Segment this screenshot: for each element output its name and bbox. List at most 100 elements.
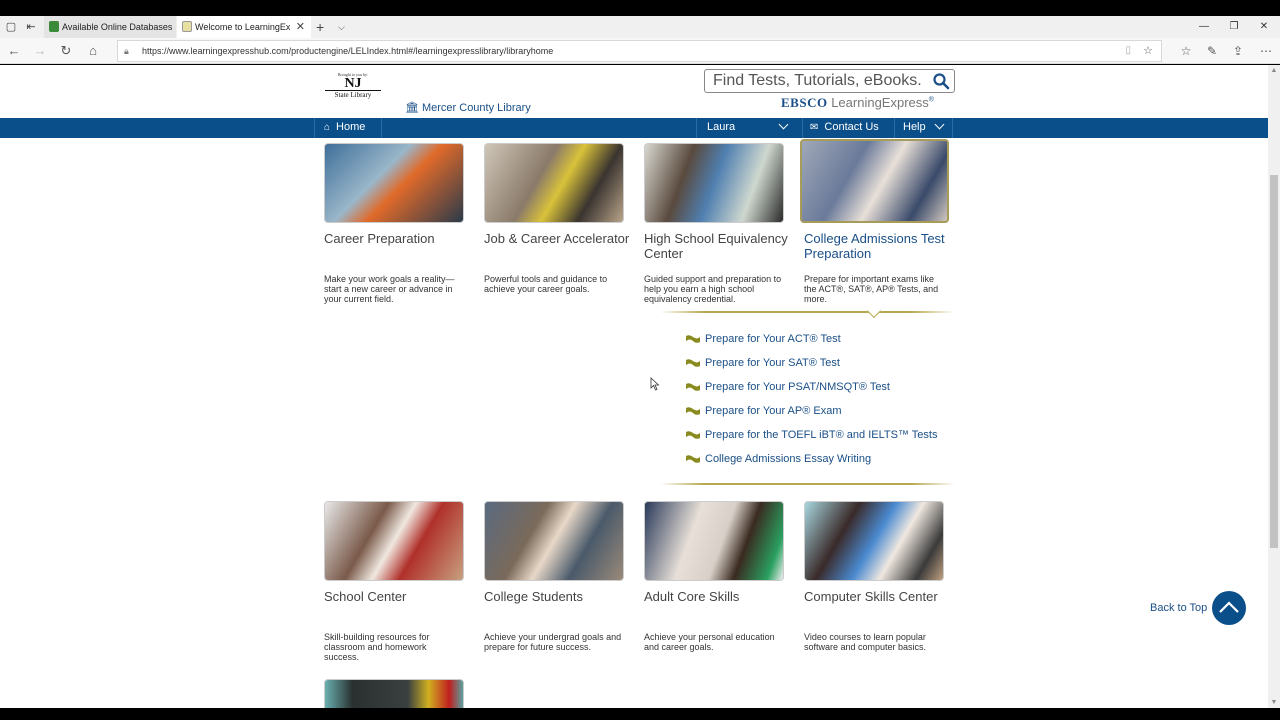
chevron-down-icon — [934, 119, 945, 130]
college-students-image — [484, 501, 624, 581]
career-preparation-image — [324, 143, 464, 223]
tab-available-online-databases[interactable]: Available Online Databases — [44, 16, 176, 38]
nav-home[interactable]: ⌂ Home — [314, 118, 382, 138]
restore-icon[interactable]: ❐ — [1224, 16, 1244, 38]
scroll-down-icon[interactable]: ▼ — [1268, 699, 1280, 706]
lock-icon: 🔒︎ — [124, 46, 129, 56]
favicon-icon — [182, 21, 192, 32]
new-tab-icon[interactable]: + — [316, 16, 324, 38]
nj-state-library-logo[interactable]: Brought to you by: NJ State Library — [325, 72, 381, 108]
favorite-star-icon[interactable]: ☆ — [1143, 41, 1153, 61]
card-title: Computer Skills Center — [804, 589, 938, 604]
job-career-accelerator-image — [484, 143, 624, 223]
main-nav-bar: ⌂ Home Laura ✉ Contact Us Help — [0, 118, 1268, 138]
nj-logo-mark: NJ — [344, 76, 362, 91]
flag-icon — [686, 359, 700, 367]
refresh-icon[interactable]: ↻ — [56, 41, 76, 61]
nav-user-menu[interactable]: Laura — [696, 118, 803, 138]
scroll-up-icon[interactable]: ▲ — [1268, 67, 1280, 74]
back-to-top-link[interactable]: Back to Top — [1150, 602, 1207, 614]
tab-preview-chevron-icon[interactable]: ⌵ — [338, 16, 345, 38]
card-college-admissions-test-prep[interactable]: College Admissions Test Preparation Prep… — [800, 139, 960, 304]
more-menu-icon[interactable]: ⋯ — [1256, 41, 1276, 61]
submenu-item-label: Prepare for Your ACT® Test — [705, 333, 841, 345]
home-icon: ⌂ — [324, 122, 331, 133]
library-name-link[interactable]: 🏛︎ Mercer County Library — [405, 101, 531, 114]
page-scrollbar[interactable]: ▲ ▼ — [1268, 65, 1280, 708]
card-partial-row3[interactable] — [324, 679, 484, 708]
card-career-preparation[interactable]: Career Preparation Make your work goals … — [324, 143, 484, 304]
share-icon[interactable]: ⇪ — [1228, 41, 1248, 61]
high-school-equivalency-image — [644, 143, 784, 223]
tab-label: Welcome to LearningEx — [195, 22, 291, 32]
card-title: School Center — [324, 589, 407, 604]
submenu-top-divider — [660, 311, 955, 313]
set-aside-tabs-icon[interactable]: ⇤ — [24, 20, 38, 34]
nav-contact-us[interactable]: ✉ Contact Us — [803, 118, 895, 138]
url-text: https://www.learningexpresshub.com/produ… — [142, 46, 554, 56]
card-high-school-equivalency[interactable]: High School Equivalency Center Guided su… — [644, 143, 804, 304]
card-title: College Students — [484, 589, 584, 604]
nav-contact-label: Contact Us — [824, 121, 879, 133]
back-icon[interactable]: ← — [4, 41, 24, 61]
reading-view-icon[interactable]: ▯ — [1125, 41, 1131, 61]
card-title: College Admissions Test Preparation — [804, 231, 945, 261]
card-school-center[interactable]: School Center Skill-building resources f… — [324, 501, 484, 662]
screen-bottom-border — [0, 708, 1280, 720]
nj-logo-sub: State Library — [325, 90, 381, 99]
home-icon[interactable]: ⌂ — [83, 41, 103, 61]
card-title: Job & Career Accelerator — [484, 231, 630, 246]
adult-core-skills-image — [644, 501, 784, 581]
ebsco-product: LearningExpress — [831, 95, 929, 110]
flag-icon — [686, 431, 700, 439]
card-job-career-accelerator[interactable]: Job & Career Accelerator Powerful tools … — [484, 143, 644, 294]
card-description: Skill-building resources for classroom a… — [324, 632, 430, 662]
tab-label: Available Online Databases — [62, 22, 173, 32]
ebsco-brand: EBSCO — [781, 95, 828, 110]
submenu-item-ap[interactable]: Prepare for Your AP® Exam — [686, 403, 937, 427]
web-page: Brought to you by: NJ State Library 🏛︎ Me… — [0, 65, 1268, 708]
envelope-icon: ✉ — [810, 122, 819, 133]
ebsco-learningexpress-logo: EBSCO LearningExpress® — [781, 95, 934, 111]
browser-toolbar: ← → ↻ ⌂ 🔒︎ https://www.learningexpresshu… — [0, 38, 1280, 64]
notes-pen-icon[interactable]: ✎ — [1202, 41, 1222, 61]
computer-skills-image — [804, 501, 944, 581]
flag-icon — [686, 455, 700, 463]
tab-learningexpress[interactable]: Welcome to LearningEx ✕ — [177, 16, 311, 38]
card-computer-skills-center[interactable]: Computer Skills Center Video courses to … — [804, 501, 964, 652]
school-center-image — [324, 501, 464, 581]
submenu-item-act[interactable]: Prepare for Your ACT® Test — [686, 331, 937, 355]
close-tab-icon[interactable]: ✕ — [296, 16, 305, 38]
chevron-down-icon — [778, 119, 789, 130]
browser-tab-bar: ▢ ⇤ Available Online Databases Welcome t… — [0, 16, 1280, 38]
search-icon[interactable] — [932, 72, 950, 90]
submenu-item-label: Prepare for Your SAT® Test — [705, 357, 840, 369]
search-box[interactable]: Find Tests, Tutorials, eBooks. — [704, 69, 955, 93]
language-learning-image — [324, 679, 464, 708]
close-window-icon[interactable]: ✕ — [1254, 16, 1274, 38]
submenu-item-essay-writing[interactable]: College Admissions Essay Writing — [686, 451, 937, 475]
college-admissions-image — [800, 139, 949, 223]
back-to-top-button[interactable] — [1212, 591, 1246, 625]
submenu-bottom-divider — [660, 483, 955, 485]
forward-icon[interactable]: → — [30, 41, 50, 61]
mouse-cursor-icon — [650, 377, 660, 391]
submenu-item-psat[interactable]: Prepare for Your PSAT/NMSQT® Test — [686, 379, 937, 403]
nav-help[interactable]: Help — [895, 118, 953, 138]
submenu-caret — [866, 303, 882, 319]
submenu-item-toefl-ielts[interactable]: Prepare for the TOEFL iBT® and IELTS™ Te… — [686, 427, 937, 451]
submenu-item-sat[interactable]: Prepare for Your SAT® Test — [686, 355, 937, 379]
flag-icon — [686, 383, 700, 391]
nav-help-label: Help — [903, 121, 926, 133]
tab-manager-icon[interactable]: ▢ — [4, 20, 18, 34]
card-adult-core-skills[interactable]: Adult Core Skills Achieve your personal … — [644, 501, 804, 652]
card-college-students[interactable]: College Students Achieve your undergrad … — [484, 501, 644, 652]
address-bar[interactable]: 🔒︎ https://www.learningexpresshub.com/pr… — [117, 40, 1162, 62]
submenu-item-label: College Admissions Essay Writing — [705, 453, 872, 465]
card-description: Achieve your personal education and care… — [644, 632, 775, 652]
card-description: Guided support and preparation to help y… — [644, 274, 782, 304]
minimize-icon[interactable]: — — [1194, 16, 1214, 38]
scrollbar-thumb[interactable] — [1270, 175, 1278, 548]
favorites-icon[interactable]: ☆ — [1176, 41, 1196, 61]
search-placeholder: Find Tests, Tutorials, eBooks. — [713, 72, 922, 89]
